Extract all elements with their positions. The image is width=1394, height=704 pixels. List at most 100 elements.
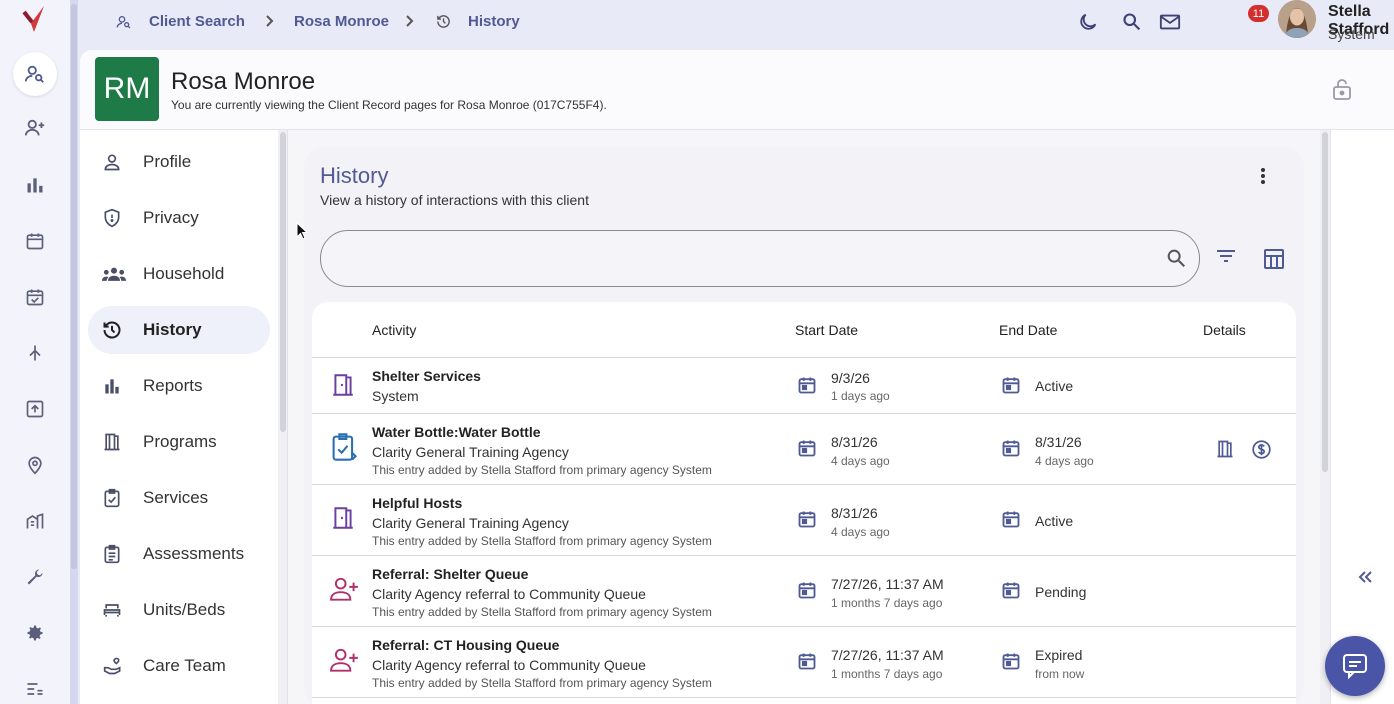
start-date-relative: 4 days ago [831, 454, 890, 468]
client-nav-item-care-team[interactable]: Care Team [88, 642, 270, 690]
rail-scrollbar-thumb[interactable] [71, 4, 77, 569]
rail-add-client-icon[interactable] [13, 106, 57, 150]
calendar-icon [797, 509, 817, 529]
rail-reports-icon[interactable] [13, 163, 57, 207]
client-nav-item-profile[interactable]: Profile [88, 138, 270, 186]
client-nav-label: Privacy [143, 208, 199, 227]
person-search-icon [116, 14, 132, 30]
top-bar: Client Search Rosa Monroe History 11 Ste… [78, 0, 1394, 48]
calendar-icon [1001, 651, 1021, 671]
breadcrumb-client-name[interactable]: Rosa Monroe [294, 13, 389, 30]
calendar-icon [1001, 375, 1021, 395]
end-date-relative: from now [1035, 667, 1085, 681]
activity-name: Referral: Shelter Queue [372, 566, 529, 582]
history-icon [102, 320, 122, 340]
filter-icon[interactable] [1216, 249, 1236, 263]
breadcrumb-chevron-icon [264, 14, 276, 28]
client-nav-item-services[interactable]: Services [88, 474, 270, 522]
breadcrumb-chevron-icon [404, 14, 416, 28]
table-row[interactable]: Referral: Shelter Queue Clarity Agency r… [312, 556, 1296, 627]
history-subtitle: View a history of interactions with this… [320, 192, 589, 208]
activity-name: Helpful Hosts [372, 495, 463, 511]
client-nav-scrollbar-thumb[interactable] [280, 132, 286, 432]
client-nav: Profile Privacy Household History Report… [80, 130, 288, 704]
start-date: 8/31/26 [831, 434, 878, 450]
history-search-input[interactable] [320, 230, 1200, 287]
clipboard-check-icon [102, 488, 122, 508]
chat-support-button[interactable] [1325, 636, 1385, 696]
client-nav-label: Profile [143, 152, 192, 171]
start-date-relative: 1 days ago [831, 389, 890, 403]
table-row[interactable]: Helpful Hosts Clarity General Training A… [312, 485, 1296, 556]
end-date: Active [1035, 513, 1074, 529]
client-nav-item-history[interactable]: History [88, 306, 270, 354]
client-nav-label: Reports [143, 376, 203, 395]
table-row[interactable]: Referral: CT Housing Queue Clarity Agenc… [312, 627, 1296, 698]
client-name: Rosa Monroe [171, 68, 316, 95]
search-icon[interactable] [1165, 247, 1187, 269]
user-avatar[interactable] [1278, 0, 1316, 38]
column-header-activity[interactable]: Activity [372, 322, 416, 338]
client-nav-item-reports[interactable]: Reports [88, 362, 270, 410]
column-header-start-date[interactable]: Start Date [795, 322, 858, 338]
table-columns-icon[interactable] [1264, 249, 1284, 269]
end-date: Expired [1035, 647, 1083, 663]
client-nav-label: Care Team [143, 656, 226, 675]
dollar-icon[interactable] [1251, 439, 1272, 460]
mouse-cursor-icon [296, 222, 308, 240]
rail-list-settings-icon[interactable] [13, 667, 57, 704]
program-door-icon[interactable] [1215, 439, 1235, 459]
history-icon [436, 14, 451, 29]
app-logo-icon[interactable] [22, 4, 46, 34]
rail-buildings-icon[interactable] [13, 499, 57, 543]
rail-wrench-icon[interactable] [13, 555, 57, 599]
activity-note: This entry added by Stella Stafford from… [372, 463, 712, 477]
client-nav-label: Units/Beds [143, 600, 226, 619]
end-date-relative: 4 days ago [1035, 454, 1094, 468]
clipboard-check-icon [330, 432, 358, 462]
lock-icon[interactable] [1332, 78, 1352, 100]
dark-mode-moon-icon[interactable] [1077, 11, 1099, 33]
activity-note: This entry added by Stella Stafford from… [372, 605, 712, 619]
calendar-icon [797, 580, 817, 600]
activity-note: This entry added by Stella Stafford from… [372, 534, 712, 548]
main-scrollbar-thumb[interactable] [1322, 132, 1328, 472]
shield-icon [102, 208, 122, 228]
calendar-icon [797, 438, 817, 458]
client-record-content: RM Rosa Monroe You are currently viewing… [80, 50, 1394, 704]
bar-chart-icon [102, 376, 122, 396]
client-nav-label: Services [143, 488, 209, 507]
client-nav-item-assessments[interactable]: Assessments [88, 530, 270, 578]
hand-heart-icon [102, 656, 124, 676]
client-nav-label: Household [143, 264, 225, 283]
rail-calendar-check-icon[interactable] [13, 275, 57, 319]
column-header-end-date[interactable]: End Date [999, 322, 1057, 338]
more-options-icon[interactable] [1260, 167, 1266, 185]
app-rail [0, 0, 70, 704]
end-date: Pending [1035, 584, 1087, 600]
table-row[interactable]: Shelter Services System 9/3/26 1 days ag… [312, 358, 1296, 414]
search-icon[interactable] [1121, 11, 1142, 32]
client-nav-item-units-beds[interactable]: Units/Beds [88, 586, 270, 634]
activity-org: Clarity Agency referral to Community Que… [372, 657, 646, 673]
client-nav-item-privacy[interactable]: Privacy [88, 194, 270, 242]
rail-inbox-upload-icon[interactable] [13, 387, 57, 431]
bed-icon [102, 600, 122, 620]
rail-merge-icon[interactable] [13, 331, 57, 375]
breadcrumb-client-search[interactable]: Client Search [149, 13, 245, 30]
table-row[interactable]: Water Bottle:Water Bottle Clarity Genera… [312, 414, 1296, 485]
client-nav-item-household[interactable]: Household [88, 250, 270, 298]
user-role: System [1328, 26, 1375, 42]
mail-icon[interactable] [1159, 12, 1181, 32]
breadcrumb-current-history: History [468, 13, 520, 30]
rail-client-search-icon[interactable] [13, 52, 57, 96]
rail-calendar-icon[interactable] [13, 219, 57, 263]
start-date-relative: 4 days ago [831, 525, 890, 539]
client-nav-label: Assessments [143, 544, 245, 563]
chat-icon [1341, 652, 1369, 680]
rail-settings-gear-icon[interactable] [13, 611, 57, 655]
rail-location-icon[interactable] [13, 443, 57, 487]
client-nav-item-programs[interactable]: Programs [88, 418, 270, 466]
calendar-icon [1001, 509, 1021, 529]
expand-panel-chevrons-icon[interactable] [1357, 570, 1373, 584]
